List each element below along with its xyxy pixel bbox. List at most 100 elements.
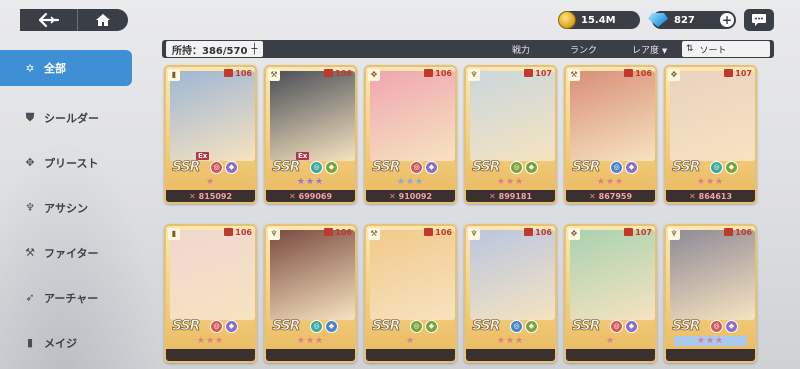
class-icon: ✥ (368, 69, 380, 81)
element-icon: ◎ (610, 161, 623, 174)
gold-amount: 15.4M (581, 14, 616, 26)
level-badge: 106 (424, 228, 452, 237)
character-card[interactable]: ⚒ 106 SSR Ex ◎ ◆ ★★★ ✕ 699069 (264, 65, 357, 204)
sidebar-item-shielder[interactable]: ⛊ シールダー (0, 95, 140, 140)
sort-rarity-option[interactable]: レア度 ▼ (632, 43, 667, 56)
power-rating (166, 349, 255, 361)
rarity-text: SSR (472, 318, 501, 335)
element-icon: ◆ (725, 320, 738, 333)
character-card[interactable]: ⚒ 106 SSR ◎ ◆ ★ (364, 224, 457, 363)
level-bar-icon (624, 69, 634, 77)
class-sidebar: ✡ 全部 ⛊ シールダー ✥ プリースト ♆ アサシン ⚒ ファイター ➶ アー… (0, 50, 140, 365)
sidebar-item-fighter[interactable]: ⚒ ファイター (0, 230, 140, 275)
character-portrait (270, 71, 355, 161)
element-icon: ◎ (510, 161, 523, 174)
element-badges: ◎ ◆ (610, 161, 638, 174)
sort-rank-option[interactable]: ランク (570, 43, 597, 56)
level-value: 107 (735, 69, 752, 78)
element-icon: ◆ (725, 161, 738, 174)
crossed-swords-icon: ✕ (488, 191, 496, 201)
rarity-label: SSR (172, 159, 201, 176)
fighter-icon: ⚒ (25, 246, 35, 259)
rarity-label: SSR (472, 318, 501, 335)
home-button[interactable] (78, 9, 128, 31)
element-badges: ◎ ◆ (510, 320, 538, 333)
class-icon: ♆ (268, 228, 280, 240)
sidebar-item-label: アサシン (44, 201, 88, 215)
priest-icon: ✥ (25, 156, 35, 169)
add-gems-button[interactable]: + (720, 13, 734, 27)
power-value: 699069 (298, 191, 333, 201)
power-value: 864613 (698, 191, 733, 201)
element-badges: ◎ ◆ (310, 161, 338, 174)
character-card[interactable]: ♆ 107 SSR ◎ ◆ ★★★ ✕ 899181 (464, 65, 557, 204)
rarity-label: SSR (672, 159, 701, 176)
dropdown-triangle-icon: ▼ (661, 47, 668, 55)
element-icon: ◆ (425, 161, 438, 174)
character-card[interactable]: ▮ 106 SSR ◎ ◆ ★★★ (164, 224, 257, 363)
rarity-label: SSR (372, 159, 401, 176)
element-icon: ◆ (325, 161, 338, 174)
star-rating: ★ (405, 336, 416, 346)
element-icon: ◆ (325, 320, 338, 333)
rarity-text: SSR (572, 318, 601, 335)
rarity-text: SSR (272, 159, 301, 176)
class-icon: ♆ (668, 228, 680, 240)
character-card[interactable]: ▮ 106 SSR Ex ◎ ◆ ★ ✕ 815092 (164, 65, 257, 204)
sidebar-item-label: プリースト (44, 156, 99, 170)
element-icon: ◎ (410, 320, 423, 333)
sidebar-item-label: 全部 (44, 62, 66, 75)
assassin-icon: ♆ (25, 201, 35, 214)
back-button[interactable] (20, 9, 78, 31)
class-icon: ▮ (168, 228, 180, 240)
crossed-swords-icon: ✕ (188, 191, 196, 201)
owned-count[interactable]: 所持：386/570 ┼ (166, 41, 264, 57)
element-icon: ◎ (310, 320, 323, 333)
sidebar-item-assassin[interactable]: ♆ アサシン (0, 185, 140, 230)
element-badges: ◎ ◆ (310, 320, 338, 333)
level-bar-icon (524, 228, 534, 236)
element-icon: ◆ (525, 320, 538, 333)
character-card[interactable]: ✥ 107 SSR ◎ ◆ ★ (564, 224, 657, 363)
level-value: 107 (535, 69, 552, 78)
character-card[interactable]: ♆ 106 SSR ◎ ◆ ★★★ (264, 224, 357, 363)
element-badges: ◎ ◆ (410, 161, 438, 174)
rarity-text: SSR (372, 159, 401, 176)
level-value: 106 (435, 228, 452, 237)
level-value: 106 (535, 228, 552, 237)
chat-button[interactable] (744, 9, 774, 31)
level-bar-icon (724, 228, 734, 236)
power-rating: ✕ 899181 (466, 190, 555, 202)
element-icon: ◎ (610, 320, 623, 333)
power-rating: ✕ 910092 (366, 190, 455, 202)
sidebar-item-mage[interactable]: ▮ メイジ (0, 320, 140, 365)
sidebar-item-archer[interactable]: ➶ アーチャー (0, 275, 140, 320)
level-value: 106 (235, 228, 252, 237)
star-rating: ★★★ (696, 177, 725, 187)
class-icon: ♆ (468, 69, 480, 81)
sort-button-label: ソート (699, 45, 727, 56)
star-rating: ★★★ (596, 177, 625, 187)
sort-button[interactable]: ⇅ ソート (682, 41, 770, 57)
sidebar-item-priest[interactable]: ✥ プリースト (0, 140, 140, 185)
element-badges: ◎ ◆ (510, 161, 538, 174)
sidebar-item-all[interactable]: ✡ 全部 (0, 50, 132, 86)
level-badge: 106 (724, 228, 752, 237)
element-icon: ◎ (210, 161, 223, 174)
rarity-text: SSR (572, 159, 601, 176)
sort-power-option[interactable]: 戦力 (512, 43, 530, 56)
rarity-label: SSR (272, 318, 301, 335)
owned-count-label: 所持：386/570 (172, 45, 248, 57)
level-bar-icon (224, 69, 234, 77)
character-card[interactable]: ♆ 106 SSR ◎ ◆ ★★★ (464, 224, 557, 363)
level-badge: 106 (224, 69, 252, 78)
star-rating: ★★★ (674, 336, 747, 346)
character-card[interactable]: ✥ 107 SSR ◎ ◆ ★★★ ✕ 864613 (664, 65, 757, 204)
rarity-label: SSR (172, 318, 201, 335)
character-card[interactable]: ✥ 106 SSR ◎ ◆ ★★★ ✕ 910092 (364, 65, 457, 204)
character-portrait (670, 71, 755, 161)
character-card[interactable]: ♆ 106 SSR ◎ ◆ ★★★ (664, 224, 757, 363)
power-rating: ✕ 815092 (166, 190, 255, 202)
class-icon: ✥ (568, 228, 580, 240)
character-card[interactable]: ⚒ 106 SSR ◎ ◆ ★★★ ✕ 867959 (564, 65, 657, 204)
